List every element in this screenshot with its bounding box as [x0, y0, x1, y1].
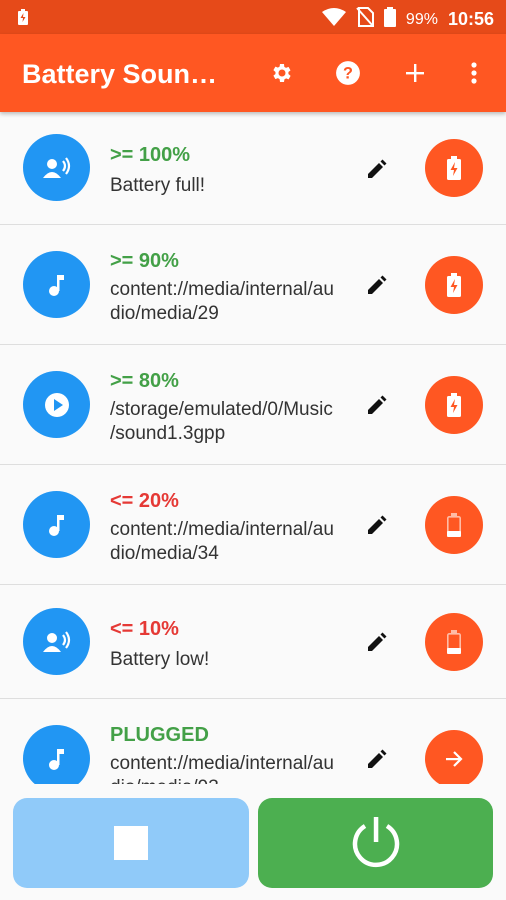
- battery-charging-icon[interactable]: [425, 376, 483, 434]
- battery-low-icon[interactable]: [425, 496, 483, 554]
- level-label: >= 80%: [110, 370, 179, 392]
- no-sim-icon: [356, 7, 374, 32]
- sound-label: Battery low!: [110, 649, 210, 670]
- arrow-right-icon[interactable]: [425, 730, 483, 784]
- battery-charging-icon[interactable]: [425, 256, 483, 314]
- edit-icon[interactable]: [362, 390, 392, 420]
- stop-button[interactable]: [13, 798, 249, 888]
- music-note-icon[interactable]: [23, 251, 90, 318]
- svg-text:?: ?: [343, 64, 353, 82]
- edit-icon[interactable]: [362, 270, 392, 300]
- battery-low-icon[interactable]: [425, 613, 483, 671]
- edit-icon[interactable]: [362, 510, 392, 540]
- battery-charging-icon: [18, 9, 28, 30]
- help-icon[interactable]: ?: [333, 58, 363, 88]
- battery-charging-icon[interactable]: [425, 139, 483, 197]
- sound-label: /storage/emulated/0/Music/sound1.3gpp: [110, 399, 333, 444]
- status-bar: 99% 10:56: [0, 0, 506, 34]
- app-bar: Battery Sound… ?: [0, 34, 506, 112]
- power-button[interactable]: [258, 798, 493, 888]
- add-icon[interactable]: [400, 58, 430, 88]
- music-note-icon[interactable]: [23, 491, 90, 558]
- more-vert-icon[interactable]: [459, 58, 489, 88]
- wifi-icon: [321, 8, 346, 31]
- level-label: <= 10%: [110, 618, 179, 640]
- level-label: >= 90%: [110, 250, 179, 272]
- clock: 10:56: [447, 9, 494, 29]
- level-label: <= 20%: [110, 490, 179, 512]
- app-title: Battery Sound…: [22, 59, 227, 89]
- sound-label: Battery full!: [110, 175, 206, 196]
- stop-icon: [114, 826, 148, 860]
- voice-icon[interactable]: [23, 134, 90, 201]
- settings-icon[interactable]: [266, 58, 296, 88]
- edit-icon[interactable]: [362, 154, 392, 184]
- sound-label: content://media/internal/audio/media/34: [110, 519, 334, 564]
- battery-percent: 99%: [405, 10, 438, 28]
- sound-label: content://media/internal/audio/media/93: [110, 753, 334, 784]
- power-icon: [348, 813, 404, 874]
- play-icon[interactable]: [23, 371, 90, 438]
- edit-icon[interactable]: [362, 627, 392, 657]
- voice-icon[interactable]: [23, 608, 90, 675]
- battery-icon: [383, 7, 396, 32]
- list-item: PLUGGED content://media/internal/audio/m…: [0, 699, 506, 784]
- list-item: >= 80% /storage/emulated/0/Music/sound1.…: [0, 345, 506, 465]
- music-note-icon[interactable]: [23, 725, 90, 784]
- bottom-bar: [0, 784, 506, 900]
- list-item: <= 20% content://media/internal/audio/me…: [0, 465, 506, 585]
- alarm-list: >= 100% Battery full! >= 90% content://m…: [0, 112, 506, 784]
- edit-icon[interactable]: [362, 744, 392, 774]
- level-label: >= 100%: [110, 144, 191, 166]
- list-item: <= 10% Battery low!: [0, 585, 506, 699]
- list-item: >= 100% Battery full!: [0, 112, 506, 225]
- list-item: >= 90% content://media/internal/audio/me…: [0, 225, 506, 345]
- level-label: PLUGGED: [110, 724, 209, 746]
- sound-label: content://media/internal/audio/media/29: [110, 279, 334, 324]
